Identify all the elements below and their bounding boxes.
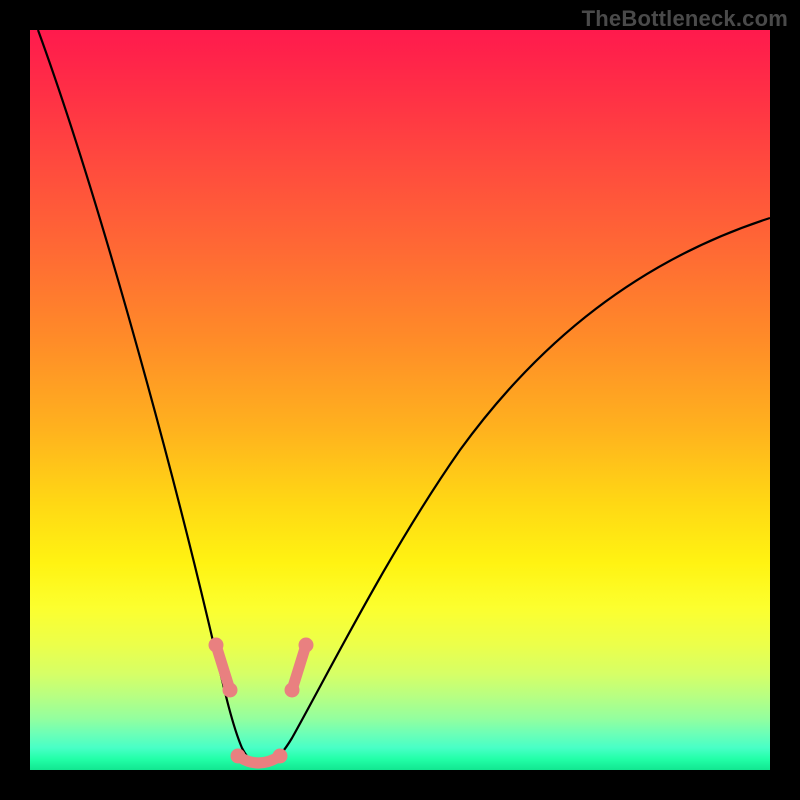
highlight-dot-ascent-1 <box>285 683 299 697</box>
watermark-text: TheBottleneck.com <box>582 6 788 32</box>
highlight-dot-trough-1 <box>231 749 245 763</box>
bottleneck-curve <box>38 30 770 766</box>
highlight-dot-descent-2 <box>223 683 237 697</box>
highlight-dot-trough-2 <box>273 749 287 763</box>
curve-layer <box>30 30 770 770</box>
highlight-dot-ascent-2 <box>299 638 313 652</box>
chart-frame: TheBottleneck.com <box>0 0 800 800</box>
highlight-dot-descent-1 <box>209 638 223 652</box>
